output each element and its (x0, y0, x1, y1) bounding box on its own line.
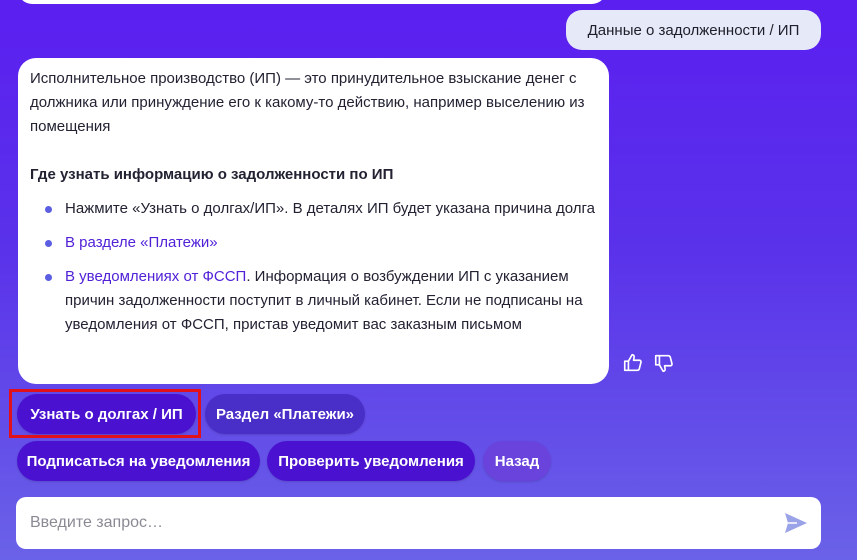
list-item: Нажмите «Узнать о долгах/ИП». В деталях … (30, 197, 595, 221)
bullet-icon (45, 274, 52, 281)
back-button[interactable]: Назад (483, 441, 551, 481)
list-item-text: Нажмите «Узнать о долгах/ИП». В деталях … (65, 200, 595, 217)
bot-intro-text: Исполнительное производство (ИП) — это п… (30, 70, 585, 135)
subscribe-quick-reply-button[interactable]: Подписаться на уведомления (17, 441, 260, 481)
previous-message-edge (18, 0, 606, 4)
payments-section-link[interactable]: В разделе «Платежи» (65, 234, 218, 251)
bullet-icon (45, 240, 52, 247)
query-input-container (16, 497, 821, 549)
bullet-icon (45, 206, 52, 213)
fssp-notifications-link[interactable]: В уведомлениях от ФССП (65, 268, 246, 285)
user-message-bubble: Данные о задолженности / ИП (566, 10, 821, 50)
message-reactions (622, 352, 675, 374)
check-notifications-quick-reply-button[interactable]: Проверить уведомления (267, 441, 475, 481)
highlight-box (9, 389, 201, 438)
payments-quick-reply-label: Раздел «Платежи» (215, 405, 355, 423)
query-input[interactable] (30, 514, 770, 532)
user-message-text: Данные о задолженности / ИП (587, 21, 800, 39)
back-button-label: Назад (494, 452, 540, 470)
thumbs-down-icon[interactable] (653, 352, 675, 374)
payments-quick-reply-button[interactable]: Раздел «Платежи» (205, 394, 365, 434)
thumbs-up-icon[interactable] (622, 352, 644, 374)
bot-message-bubble: Исполнительное производство (ИП) — это п… (18, 58, 609, 384)
bot-heading: Где узнать информацию о задолженности по… (30, 166, 394, 183)
bot-info-list: Нажмите «Узнать о долгах/ИП». В деталях … (30, 197, 595, 337)
subscribe-quick-reply-label: Подписаться на уведомления (26, 452, 251, 470)
send-icon[interactable] (783, 511, 809, 535)
check-notifications-quick-reply-label: Проверить уведомления (278, 452, 464, 470)
list-item: В разделе «Платежи» (30, 231, 595, 255)
list-item: В уведомлениях от ФССП. Информация о воз… (30, 265, 595, 337)
